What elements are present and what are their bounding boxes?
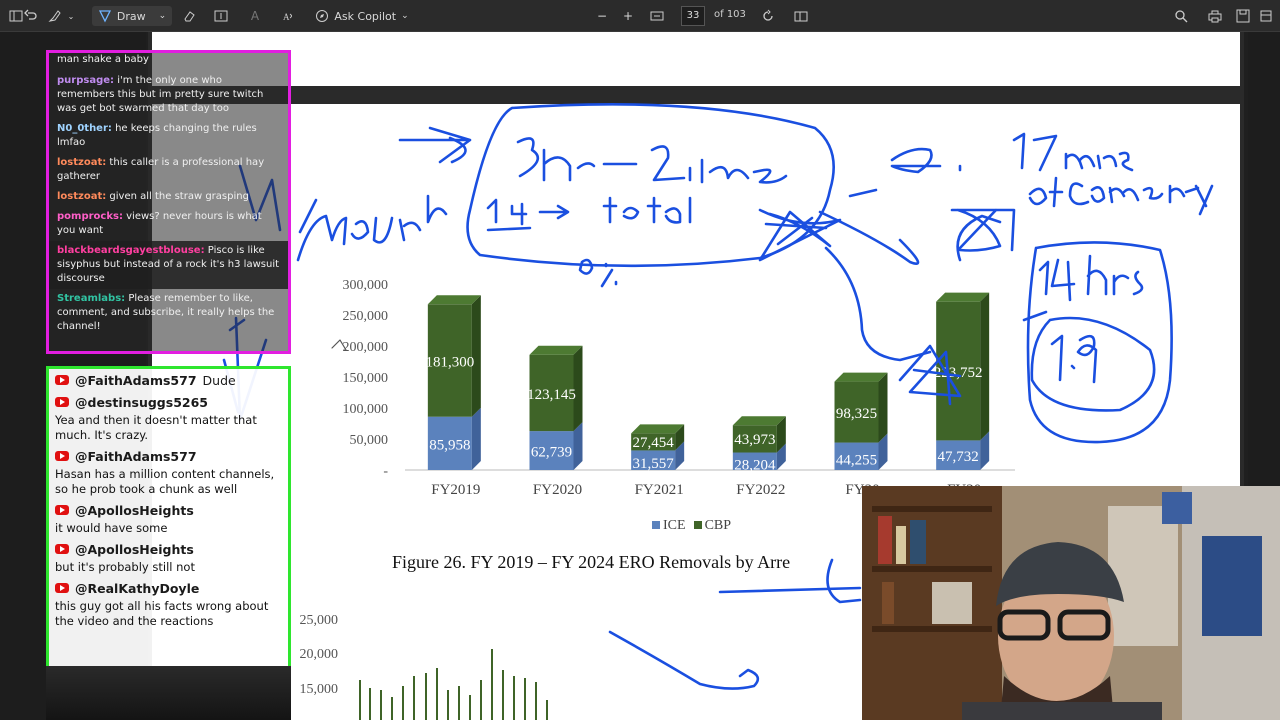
line-bottom: [718, 586, 862, 594]
chat-message: lostzoat: given all the straw grasping: [49, 187, 288, 207]
youtube-icon: [55, 397, 69, 407]
youtube-icon: [55, 451, 69, 461]
chat-text: Hasan has a million content channels, so…: [55, 467, 275, 496]
chat-username: lostzoat:: [57, 191, 107, 202]
chat-message: blackbeardsgayestblouse: Pisco is like s…: [49, 241, 288, 289]
youtube-icon: [55, 375, 69, 385]
cursor-pen-icon: [331, 339, 347, 351]
text-14hrs: [1038, 254, 1144, 302]
chat-message: purpsage: i'm the only one who remembers…: [49, 71, 288, 119]
chat-handle-row: @RealKathyDoyle: [49, 577, 288, 599]
chat-message: man shake a baby: [49, 53, 288, 71]
text-1-9: [1050, 334, 1098, 384]
chat-username: blackbeardsgayestblouse:: [57, 245, 205, 256]
chat-message: lostzoat: this caller is a professional …: [49, 153, 288, 187]
arrow-bottom: [608, 630, 760, 690]
youtube-icon: [55, 544, 69, 554]
chat-message: Streamlabs: Please remember to like, com…: [49, 289, 288, 337]
chat-handle-row: @ApollosHeights: [49, 499, 288, 521]
chat-bottom-fade: [46, 666, 291, 720]
circle-note-3hr: [466, 103, 835, 268]
chat-username: lostzoat:: [57, 157, 107, 168]
chat-handle: @ApollosHeights: [75, 541, 194, 557]
text-2untime: [650, 145, 788, 184]
text-2: [890, 147, 962, 174]
stream-chat-overlay: man shake a baby purpsage: i'm the only o…: [46, 50, 291, 354]
text-anyun: [296, 194, 448, 262]
arrow-total: [538, 204, 570, 220]
youtube-icon: [55, 583, 69, 593]
chat-text: it would have some: [55, 521, 168, 535]
youtube-chat-overlay: @FaithAdams577 Dude @destinsuggs5265 Yea an…: [46, 366, 291, 670]
chat-handle: @destinsuggs5265: [75, 394, 208, 410]
chat-message: N0_0ther: he keeps changing the rules lm…: [49, 119, 288, 153]
chat-text: given all the straw grasping: [106, 191, 249, 202]
curve-bottom-right: [826, 558, 862, 604]
chat-handle: @FaithAdams577: [75, 448, 197, 464]
curve-to-fy23: [824, 246, 932, 362]
text-total: [602, 196, 692, 224]
chat-text: Yea and then it doesn't matter that much…: [55, 413, 257, 442]
youtube-icon: [55, 505, 69, 515]
chat-text: but it's probably still not: [55, 560, 195, 574]
chat-message: pomprocks: views? never hours is what yo…: [49, 207, 288, 241]
chat-handle: @RealKathyDoyle: [75, 580, 200, 596]
arrow-to-right: [818, 188, 920, 265]
text-1-4: [486, 198, 532, 232]
chat-text: Dude: [202, 372, 236, 388]
chat-handle-row: @FaithAdams577: [49, 445, 288, 467]
short-line-note: [1022, 310, 1048, 322]
scribble-star-mid: [898, 344, 962, 406]
chat-handle-row: @destinsuggs5265: [49, 391, 288, 413]
chat-handle-row: @FaithAdams577 Dude: [49, 369, 288, 391]
chat-username: N0_0ther:: [57, 123, 112, 134]
chat-handle-row: @ApollosHeights: [49, 538, 288, 560]
circle-1-9: [1030, 316, 1156, 412]
chat-handle: @ApollosHeights: [75, 502, 194, 518]
chat-text: this guy got all his facts wrong about t…: [55, 599, 269, 628]
chat-text: man shake a baby: [57, 54, 149, 65]
text-3hr: [516, 137, 596, 182]
chat-username: purpsage:: [57, 75, 115, 86]
chat-username: pomprocks:: [57, 211, 123, 222]
webcam-feed: [862, 486, 1280, 720]
webcam-image: [862, 486, 1280, 720]
text-17mins: [1012, 132, 1134, 172]
text-of-commentary: [1028, 176, 1214, 216]
curve-to-bar: [956, 214, 1002, 262]
chat-username: Streamlabs:: [57, 293, 126, 304]
chat-handle: @FaithAdams577: [75, 372, 197, 388]
